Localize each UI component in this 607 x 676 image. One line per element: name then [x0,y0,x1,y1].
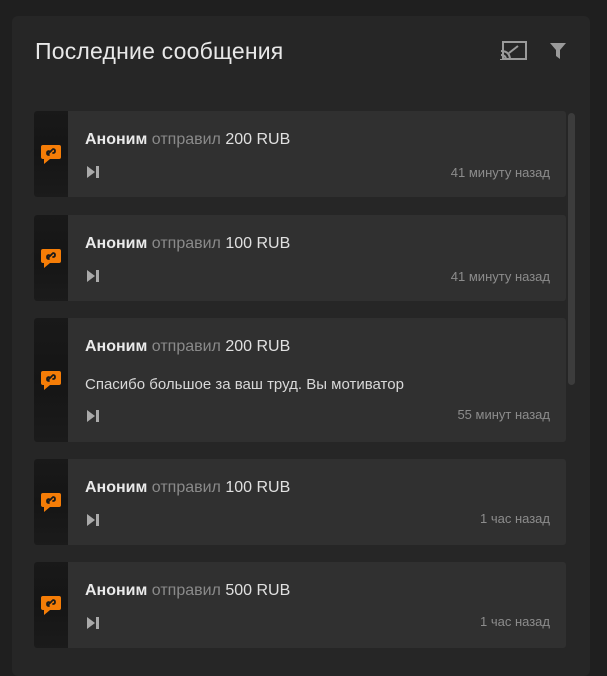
message-verb: отправил [151,479,221,496]
play-skip-icon[interactable] [86,409,100,423]
message-header: Аноним отправил 100 RUB [85,235,290,253]
donation-amount: 100 RUB [225,235,291,252]
donation-amount: 100 RUB [225,479,291,496]
sender-name: Аноним [85,582,148,599]
donationalerts-icon [41,249,61,268]
message-item: Аноним отправил 200 RUB Спасибо большое … [34,318,566,442]
panel-title: Последние сообщения [35,38,284,64]
play-skip-icon[interactable] [86,165,100,179]
filter-icon[interactable] [549,42,567,65]
sender-name: Аноним [85,131,148,148]
donation-amount: 200 RUB [225,338,291,355]
donationalerts-icon [41,371,61,390]
message-side-strip [34,318,68,442]
play-skip-icon[interactable] [86,513,100,527]
message-verb: отправил [151,235,221,252]
message-time: 41 минуту назад [450,165,550,180]
message-verb: отправил [151,582,221,599]
donation-amount: 200 RUB [225,131,291,148]
sender-name: Аноним [85,235,148,252]
message-item: Аноним отправил 200 RUB 41 минуту назад [34,111,566,197]
donationalerts-icon [41,493,61,512]
message-header: Аноним отправил 200 RUB [85,131,290,149]
play-skip-icon[interactable] [86,269,100,283]
message-body: Спасибо большое за ваш труд. Вы мотивато… [85,376,404,393]
scrollbar[interactable] [568,113,575,385]
donationalerts-icon [41,596,61,615]
message-side-strip [34,111,68,197]
message-side-strip [34,562,68,648]
message-side-strip [34,215,68,301]
message-item: Аноним отправил 500 RUB 1 час назад [34,562,566,648]
message-time: 41 минуту назад [450,269,550,284]
message-verb: отправил [151,131,221,148]
donationalerts-icon [41,145,61,164]
message-side-strip [34,459,68,545]
message-header: Аноним отправил 100 RUB [85,479,290,497]
message-time: 55 минут назад [457,407,550,422]
donation-amount: 500 RUB [225,582,291,599]
message-verb: отправил [151,338,221,355]
sender-name: Аноним [85,338,148,355]
recent-messages-panel: Последние сообщения Аноним отправил 200 … [12,16,590,676]
message-item: Аноним отправил 100 RUB 1 час назад [34,459,566,545]
cast-icon[interactable] [500,40,528,67]
message-header: Аноним отправил 200 RUB [85,338,290,356]
play-skip-icon[interactable] [86,616,100,630]
message-item: Аноним отправил 100 RUB 41 минуту назад [34,215,566,301]
message-time: 1 час назад [480,614,550,629]
sender-name: Аноним [85,479,148,496]
message-header: Аноним отправил 500 RUB [85,582,290,600]
message-time: 1 час назад [480,511,550,526]
